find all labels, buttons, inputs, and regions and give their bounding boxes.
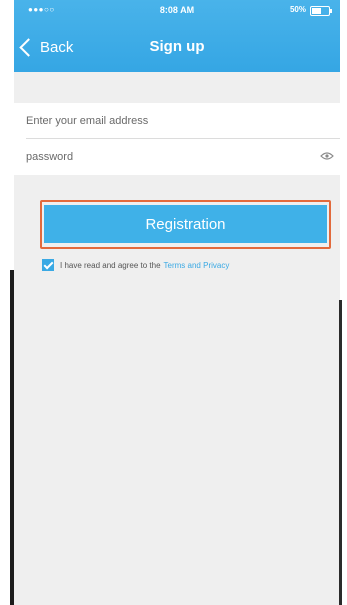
- nav-bar: Back Sign up: [14, 30, 340, 64]
- phone-bezel-left: [10, 270, 14, 605]
- battery-percent: 50%: [289, 5, 306, 14]
- signup-form: [14, 103, 340, 175]
- eye-icon[interactable]: [320, 151, 334, 161]
- app-stage: ●●●○○ 8:08 AM 50% Back Sign up Enter you…: [0, 0, 347, 605]
- terms-link[interactable]: Terms and Privacy: [164, 261, 230, 270]
- password-field-row: [14, 139, 340, 175]
- agreement-text: I have read and agree to the: [60, 260, 161, 270]
- agree-checkbox[interactable]: [42, 259, 54, 271]
- agreement-row: I have read and agree to the Terms and P…: [42, 257, 229, 273]
- email-field-row: [14, 103, 340, 139]
- password-input[interactable]: [26, 147, 306, 167]
- status-bar: ●●●○○ 8:08 AM 50%: [14, 0, 340, 20]
- email-input[interactable]: [26, 111, 306, 131]
- app-header: ●●●○○ 8:08 AM 50% Back Sign up: [14, 0, 340, 72]
- battery-icon: [310, 6, 332, 16]
- phone-screen: ●●●○○ 8:08 AM 50% Back Sign up Enter you…: [14, 0, 340, 605]
- phone-bezel-right: [339, 300, 342, 605]
- registration-button[interactable]: Registration: [44, 205, 327, 243]
- page-title: Sign up: [149, 38, 205, 55]
